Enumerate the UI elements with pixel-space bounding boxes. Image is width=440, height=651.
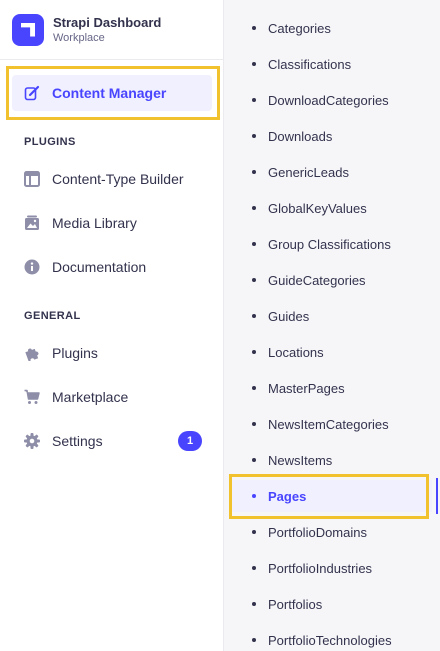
nav-label: Plugins xyxy=(52,345,98,361)
bullet-icon xyxy=(252,386,256,390)
collection-item-classifications[interactable]: Classifications xyxy=(240,48,424,80)
nav-item-content-type-builder[interactable]: Content-Type Builder xyxy=(12,161,212,197)
bullet-icon xyxy=(252,98,256,102)
image-icon xyxy=(24,215,40,231)
bullet-icon xyxy=(252,638,256,642)
collection-item-label: PortfolioIndustries xyxy=(268,560,373,576)
bullet-icon xyxy=(252,26,256,30)
collection-item-guides[interactable]: Guides xyxy=(240,300,424,332)
nav-item-media-library[interactable]: Media Library xyxy=(12,205,212,241)
nav-item-content-manager[interactable]: Content Manager xyxy=(12,75,212,111)
collection-item-locations[interactable]: Locations xyxy=(240,336,424,368)
nav-item-documentation[interactable]: Documentation xyxy=(12,249,212,285)
nav-label: Marketplace xyxy=(52,389,129,405)
bullet-icon xyxy=(252,350,256,354)
collection-item-label: GenericLeads xyxy=(268,164,349,180)
info-icon xyxy=(24,259,40,275)
collection-item-label: PortfolioTechnologies xyxy=(268,632,392,648)
collection-item-label: Locations xyxy=(268,344,324,360)
collection-item-pages[interactable]: Pages xyxy=(232,480,432,512)
nav-label: Documentation xyxy=(52,259,147,275)
bullet-icon xyxy=(252,62,256,66)
collection-item-label: GlobalKeyValues xyxy=(268,200,367,216)
collection-item-guidecategories[interactable]: GuideCategories xyxy=(240,264,424,296)
brand-title: Strapi Dashboard xyxy=(53,15,162,30)
collection-item-downloadcategories[interactable]: DownloadCategories xyxy=(240,84,424,116)
collection-item-categories[interactable]: Categories xyxy=(240,12,424,44)
collection-item-portfoliodomains[interactable]: PortfolioDomains xyxy=(240,516,424,548)
collection-item-label: Categories xyxy=(268,20,331,36)
nav-label: Content Manager xyxy=(52,85,167,101)
bullet-icon xyxy=(252,278,256,282)
general-section-title: GENERAL xyxy=(24,310,81,322)
nav-label: Settings xyxy=(52,433,103,449)
bullet-icon xyxy=(252,566,256,570)
bullet-icon xyxy=(252,458,256,462)
gear-icon xyxy=(24,433,40,449)
bullet-icon xyxy=(252,242,256,246)
main-nav: Strapi Dashboard Workplace Content Manag… xyxy=(0,0,224,651)
bullet-icon xyxy=(252,422,256,426)
bullet-icon xyxy=(252,602,256,606)
nav-label: Media Library xyxy=(52,215,137,231)
bullet-icon xyxy=(252,494,256,498)
collection-item-label: NewsItems xyxy=(268,452,333,468)
layout-icon xyxy=(24,171,40,187)
collection-item-label: Classifications xyxy=(268,56,352,72)
nav-item-plugins[interactable]: Plugins xyxy=(12,335,212,371)
bullet-icon xyxy=(252,134,256,138)
collection-item-globalkeyvalues[interactable]: GlobalKeyValues xyxy=(240,192,424,224)
collection-item-portfolios[interactable]: Portfolios xyxy=(240,588,424,620)
bullet-icon xyxy=(252,314,256,318)
nav-item-marketplace[interactable]: Marketplace xyxy=(12,379,212,415)
collection-item-label: PortfolioDomains xyxy=(268,524,367,540)
collection-item-downloads[interactable]: Downloads xyxy=(240,120,424,152)
bullet-icon xyxy=(252,170,256,174)
brand-subtitle: Workplace xyxy=(53,32,105,44)
collection-item-label: NewsItemCategories xyxy=(268,416,389,432)
collection-item-newsitemcategories[interactable]: NewsItemCategories xyxy=(240,408,424,440)
nav-item-settings[interactable]: Settings 1 xyxy=(12,423,212,459)
pen-icon xyxy=(24,85,40,101)
collection-item-label: Group Classifications xyxy=(268,236,391,252)
plugins-section-title: PLUGINS xyxy=(24,136,76,148)
collection-item-masterpages[interactable]: MasterPages xyxy=(240,372,424,404)
collection-item-label: Pages xyxy=(268,488,307,504)
collection-types-list: Categories Classifications DownloadCategor… xyxy=(224,0,440,651)
collection-item-genericleads[interactable]: GenericLeads xyxy=(240,156,424,188)
collection-item-portfolioindustries[interactable]: PortfolioIndustries xyxy=(240,552,424,584)
collection-item-label: DownloadCategories xyxy=(268,92,389,108)
bullet-icon xyxy=(252,530,256,534)
brand-header: Strapi Dashboard Workplace xyxy=(0,0,223,60)
strapi-logo-icon xyxy=(12,13,44,46)
collection-item-label: MasterPages xyxy=(268,380,345,396)
collection-item-label: GuideCategories xyxy=(268,272,366,288)
collection-item-label: Downloads xyxy=(268,128,333,144)
collection-item-label: Portfolios xyxy=(268,596,323,612)
nav-label: Content-Type Builder xyxy=(52,171,184,187)
puzzle-icon xyxy=(24,345,40,361)
active-indicator-bar xyxy=(436,478,438,514)
cart-icon xyxy=(24,389,40,405)
collection-item-group-classifications[interactable]: Group Classifications xyxy=(240,228,424,260)
collection-item-portfoliotechnologies[interactable]: PortfolioTechnologies xyxy=(240,624,424,651)
collection-item-newsitems[interactable]: NewsItems xyxy=(240,444,424,476)
collection-item-label: Guides xyxy=(268,308,310,324)
bullet-icon xyxy=(252,206,256,210)
settings-notification-badge: 1 xyxy=(178,431,202,451)
